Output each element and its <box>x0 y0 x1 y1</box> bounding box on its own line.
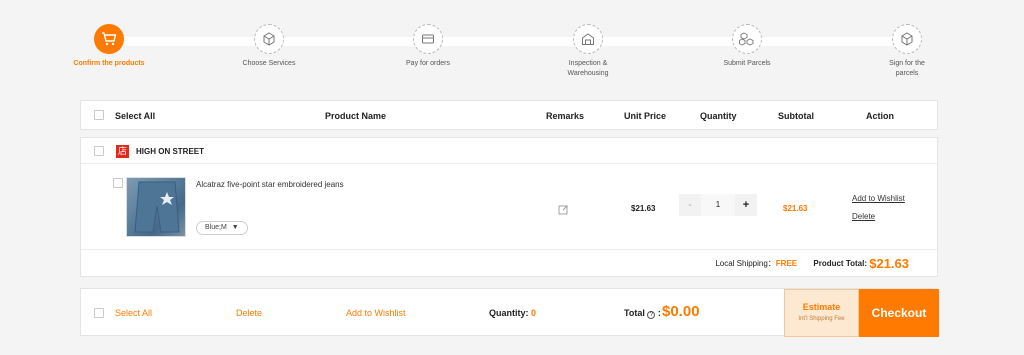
checkout-bar: Select All Delete Add to Wishlist Quanti… <box>80 288 939 337</box>
store-footer: Local Shipping：FREE Product Total: $21.6… <box>715 256 909 271</box>
step-submit-parcels: Submit Parcels <box>702 24 792 69</box>
header-product-name: Product Name <box>325 111 387 121</box>
quantity-label: Quantity: <box>489 308 529 318</box>
product-thumbnail[interactable] <box>126 177 186 237</box>
cart-item-row: Alcatraz five-point star embroidered jea… <box>81 164 937 250</box>
product-total-value: $21.63 <box>869 256 909 271</box>
qty-minus-button[interactable]: - <box>679 194 701 216</box>
store-header: 店 HIGH ON STREET <box>81 138 937 164</box>
product-total-label: Product Total: <box>813 259 867 268</box>
estimate-title: Estimate <box>802 302 841 312</box>
quantity-value: 0 <box>531 308 537 318</box>
total-label: Total ? : <box>624 308 661 319</box>
step-choose-services: Choose Services <box>224 24 314 69</box>
step-label: Confirm the products <box>73 60 145 67</box>
warehouse-icon <box>573 24 603 54</box>
local-shipping-value: FREE <box>775 259 798 268</box>
variant-select[interactable]: Blue;M ▼ <box>196 221 248 235</box>
total-label-text: Total <box>624 308 645 318</box>
local-shipping-label: Local Shipping： <box>715 259 776 268</box>
store-group: 店 HIGH ON STREET Alcatraz five-point sta… <box>80 137 938 277</box>
checkout-steps: Confirm the products Choose Services Pay… <box>73 24 938 88</box>
variant-value: Blue;M <box>205 224 227 231</box>
chevron-down-icon: ▼ <box>231 224 239 231</box>
estimate-shipping-button[interactable]: Estimate Int'l Shipping Fee <box>784 289 859 337</box>
box-icon <box>254 24 284 54</box>
bottom-select-all-checkbox[interactable] <box>94 308 104 318</box>
cart-icon <box>94 24 124 54</box>
cart-table-header: Select All Product Name Remarks Unit Pri… <box>80 100 938 130</box>
item-subtotal: $21.63 <box>783 204 808 213</box>
header-remarks: Remarks <box>546 111 585 121</box>
estimate-subtitle: Int'l Shipping Fee <box>798 316 845 322</box>
header-action: Action <box>866 111 894 121</box>
header-subtotal: Subtotal <box>778 111 814 121</box>
help-icon[interactable]: ? <box>647 311 656 319</box>
step-sign-parcels: Sign for the parcels <box>862 24 952 79</box>
shop-icon: 店 <box>116 145 129 158</box>
step-label: Submit Parcels <box>723 60 771 67</box>
bottom-delete-link[interactable]: Delete <box>236 308 262 318</box>
item-checkbox[interactable] <box>113 178 123 188</box>
step-label: Sign for the parcels <box>889 60 925 77</box>
header-unit-price: Unit Price <box>624 111 667 121</box>
step-label: Choose Services <box>242 60 296 67</box>
select-all-checkbox[interactable] <box>94 110 104 120</box>
qty-plus-button[interactable]: + <box>735 194 757 216</box>
total-value: $0.00 <box>662 303 700 320</box>
unit-price: $21.63 <box>631 204 656 213</box>
header-quantity: Quantity <box>700 111 737 121</box>
step-label: Pay for orders <box>406 60 450 67</box>
bottom-select-all-link[interactable]: Select All <box>115 308 152 318</box>
step-label: Inspection & Warehousing <box>567 60 609 77</box>
product-name[interactable]: Alcatraz five-point star embroidered jea… <box>196 180 344 189</box>
card-icon <box>413 24 443 54</box>
step-pay-orders: Pay for orders <box>383 24 473 69</box>
quantity-stepper: - 1 + <box>679 194 757 216</box>
qty-value-input[interactable]: 1 <box>701 194 735 216</box>
step-confirm-products: Confirm the products <box>64 24 154 69</box>
store-checkbox[interactable] <box>94 146 104 156</box>
bottom-add-to-wishlist-link[interactable]: Add to Wishlist <box>346 308 406 318</box>
step-inspection: Inspection & Warehousing <box>543 24 633 79</box>
header-select-all[interactable]: Select All <box>115 111 155 121</box>
delete-item-link[interactable]: Delete <box>852 212 875 221</box>
parcels-icon <box>732 24 762 54</box>
parcel-sign-icon <box>892 24 922 54</box>
store-name[interactable]: HIGH ON STREET <box>136 147 204 156</box>
checkout-button[interactable]: Checkout <box>859 289 939 337</box>
add-to-wishlist-link[interactable]: Add to Wishlist <box>852 194 905 203</box>
edit-remark-icon[interactable] <box>558 202 569 220</box>
